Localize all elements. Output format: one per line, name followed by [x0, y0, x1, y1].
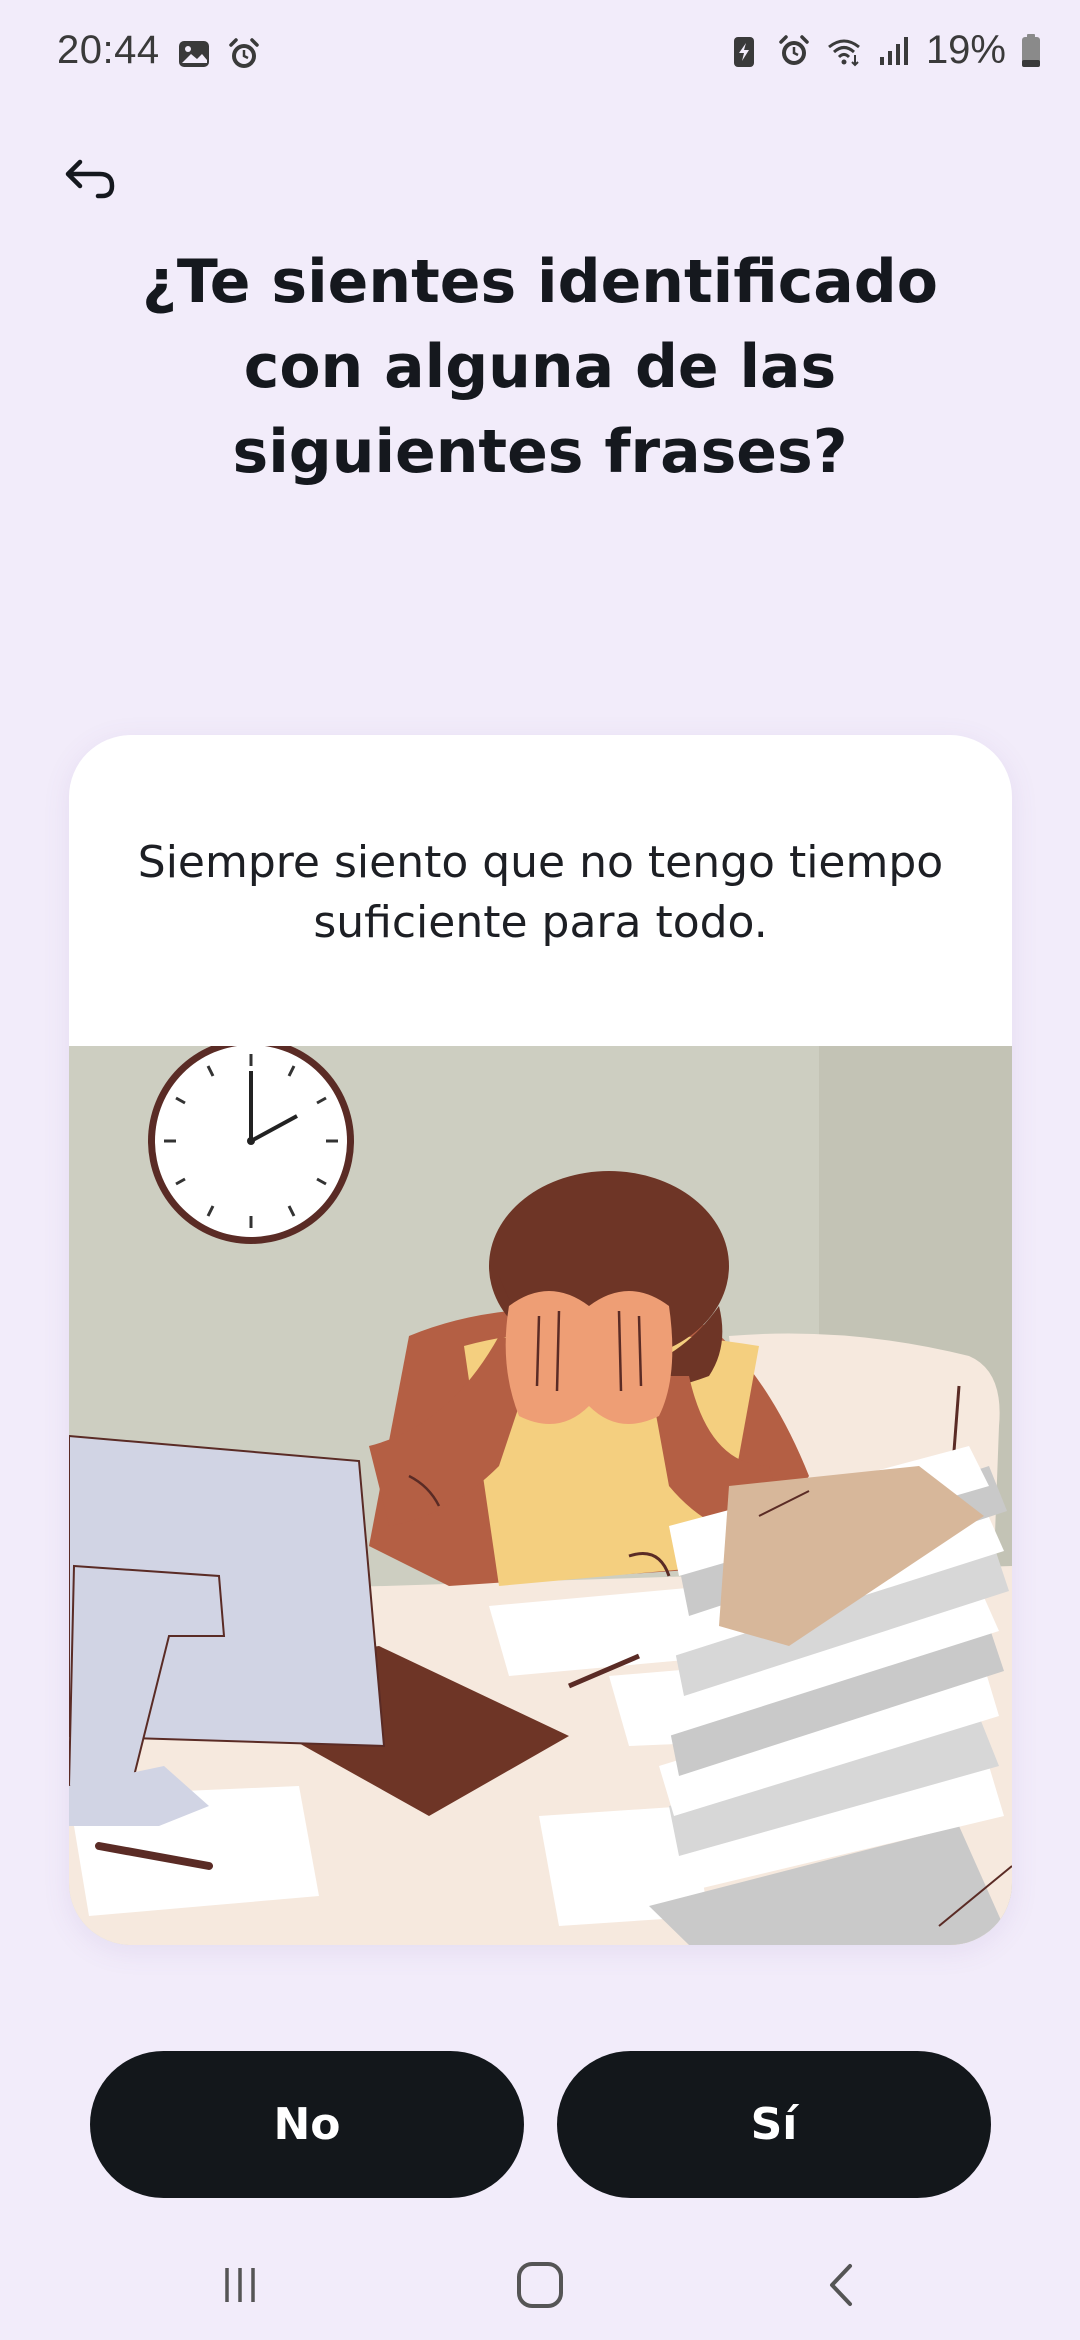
signal-icon: [879, 36, 908, 65]
statement-text: Siempre siento que no tengo tiempo sufic…: [137, 837, 944, 948]
question-title: ¿Te sientes identificado con alguna de l…: [142, 247, 938, 487]
status-bar: 20:44 19%: [0, 0, 1080, 112]
battery-saver-icon: [733, 36, 754, 67]
no-button[interactable]: No: [90, 2051, 524, 2198]
status-left-icons: [176, 36, 262, 72]
status-time: 20:44: [57, 28, 160, 72]
home-button[interactable]: [505, 2250, 575, 2320]
back-arrow-icon: [65, 159, 115, 199]
back-button[interactable]: [50, 140, 130, 220]
gallery-icon: [179, 41, 209, 67]
status-right-icons: 19%: [726, 28, 1042, 73]
battery-percent: 19%: [925, 28, 1006, 72]
recent-apps-icon: [225, 2268, 255, 2302]
statement-card: Siempre siento que no tengo tiempo sufic…: [69, 735, 1012, 1945]
back-icon: [830, 2264, 852, 2306]
alarm-icon: [779, 34, 809, 65]
yes-button[interactable]: Sí: [557, 2051, 991, 2198]
stressed-person-illustration: [69, 1046, 1012, 1945]
recent-apps-button[interactable]: [205, 2250, 275, 2320]
home-icon: [517, 2262, 563, 2308]
system-nav-bar: [0, 2220, 1080, 2340]
wifi-icon: [828, 39, 860, 66]
alarm-icon: [229, 38, 259, 68]
nav-back-button[interactable]: [808, 2250, 878, 2320]
battery-icon: [1022, 33, 1040, 67]
